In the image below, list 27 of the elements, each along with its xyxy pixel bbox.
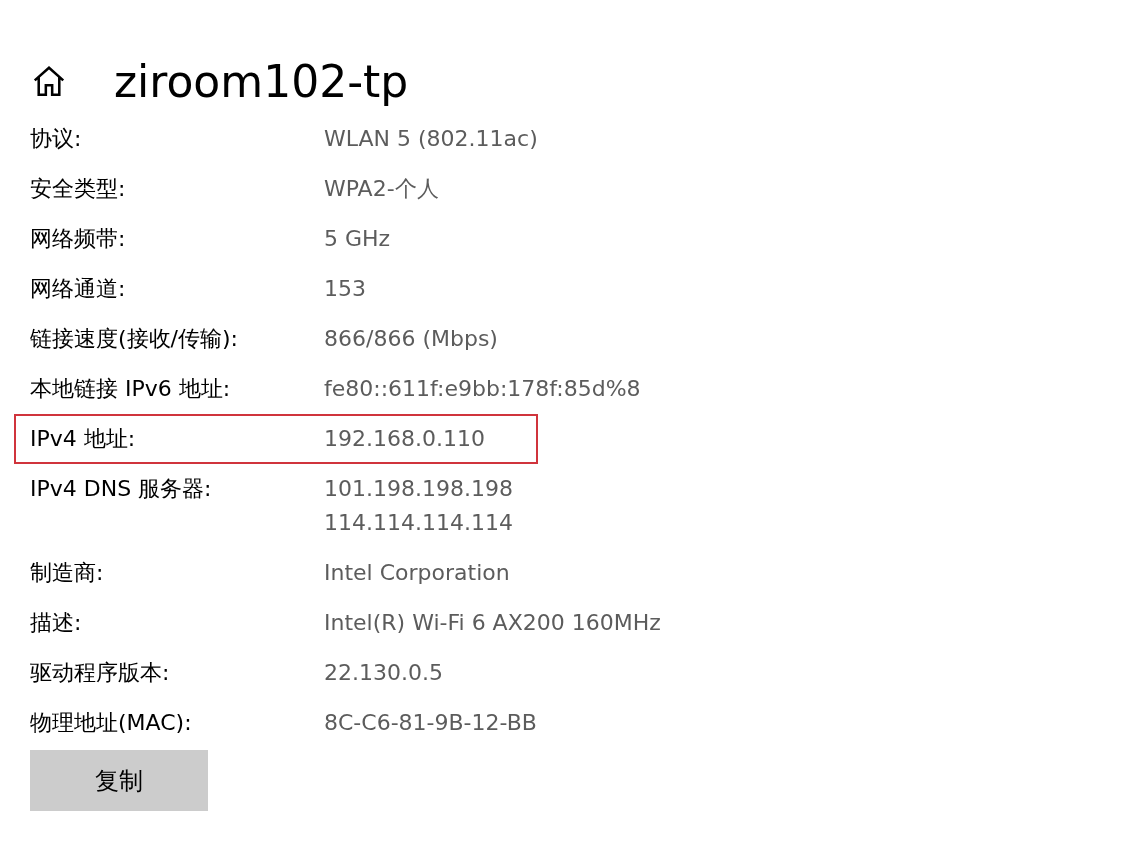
property-value: 8C-C6-81-9B-12-BB [324, 709, 537, 737]
property-label: 制造商: [29, 559, 105, 587]
property-label: IPv4 地址: [29, 425, 137, 453]
property-label: 本地链接 IPv6 地址: [29, 375, 232, 403]
property-label: 物理地址(MAC): [29, 709, 193, 737]
copy-button[interactable]: 复制 [30, 750, 208, 811]
property-value: WPA2-个人 [324, 175, 439, 203]
property-value: Intel Corporation [324, 559, 510, 587]
property-label: 网络通道: [29, 275, 127, 303]
property-label: 安全类型: [29, 175, 127, 203]
property-value: fe80::611f:e9bb:178f:85d%8 [324, 375, 641, 403]
property-value: 114.114.114.114 [324, 509, 513, 537]
property-value: 192.168.0.110 [324, 425, 485, 453]
property-value: 866/866 (Mbps) [324, 325, 498, 353]
property-value: 153 [324, 275, 366, 303]
property-label: 网络频带: [29, 225, 127, 253]
property-value: 101.198.198.198 [324, 475, 513, 503]
property-label: 链接速度(接收/传输): [29, 325, 239, 353]
page-title: ziroom102-tp [114, 60, 409, 104]
property-value: Intel(R) Wi-Fi 6 AX200 160MHz [324, 609, 661, 637]
property-label: 协议: [29, 125, 83, 153]
property-label: 描述: [29, 609, 83, 637]
property-value: 5 GHz [324, 225, 391, 253]
property-value: 22.130.0.5 [324, 659, 443, 687]
property-label: 驱动程序版本: [29, 659, 171, 687]
property-label: IPv4 DNS 服务器: [29, 475, 213, 503]
property-value: WLAN 5 (802.11ac) [324, 125, 538, 153]
